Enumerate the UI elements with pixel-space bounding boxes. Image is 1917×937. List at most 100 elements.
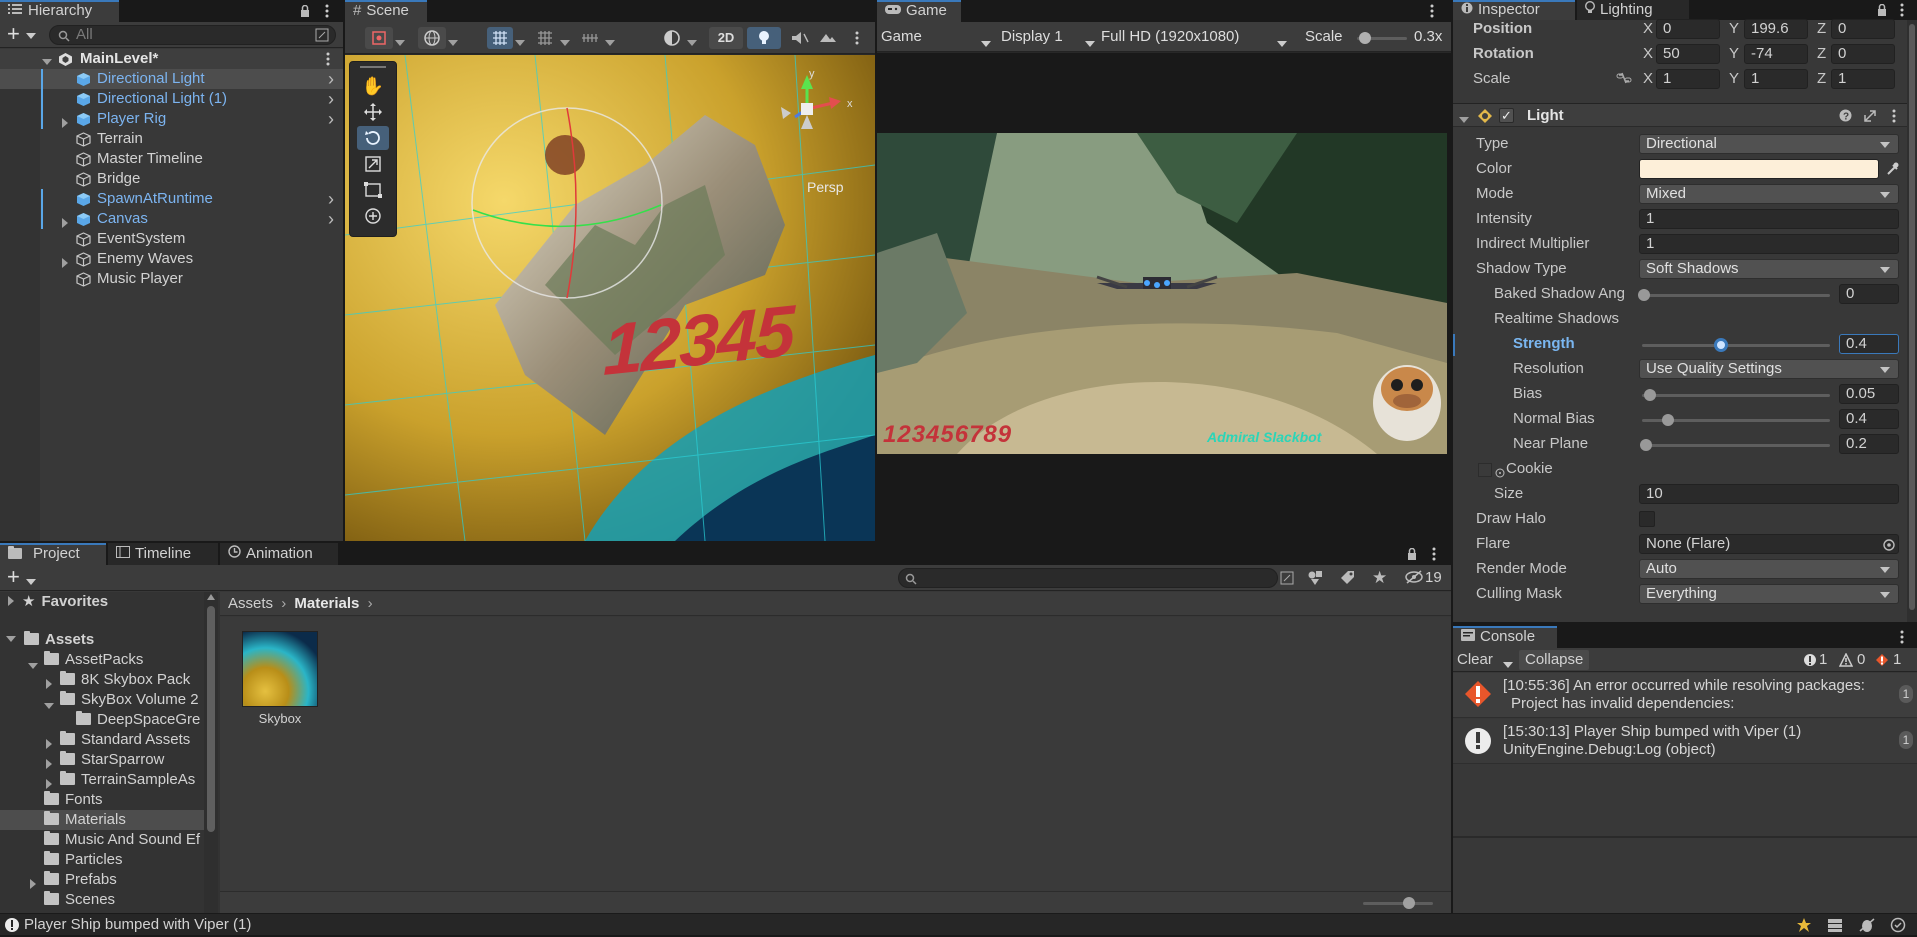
- hierarchy-item[interactable]: Canvas ›: [0, 209, 343, 229]
- preset-icon[interactable]: [1863, 109, 1877, 127]
- color-swatch[interactable]: [1639, 159, 1879, 179]
- rotation-y-field[interactable]: -74: [1744, 44, 1808, 64]
- open-prefab-chevron-icon[interactable]: ›: [328, 69, 334, 89]
- create-plus-icon[interactable]: +: [7, 23, 20, 45]
- tab-game[interactable]: Game: [877, 0, 961, 22]
- filter-by-type-icon[interactable]: [1307, 570, 1323, 590]
- tab-timeline[interactable]: Timeline: [108, 543, 218, 565]
- project-tree-scrollbar[interactable]: [204, 592, 218, 913]
- position-x-field[interactable]: 0: [1656, 19, 1720, 39]
- more-options-icon[interactable]: [325, 4, 329, 22]
- shading-mode-button[interactable]: [418, 27, 446, 49]
- search-mode-icon[interactable]: [315, 28, 329, 44]
- hierarchy-search-input[interactable]: All: [49, 25, 336, 45]
- console-detail-divider[interactable]: [1453, 836, 1917, 838]
- inspector-menu-icon[interactable]: [1900, 3, 1904, 21]
- game-menu-icon[interactable]: [1430, 4, 1434, 22]
- clear-button[interactable]: Clear: [1457, 650, 1493, 670]
- open-prefab-chevron-icon[interactable]: ›: [328, 109, 334, 129]
- tab-inspector[interactable]: Inspector: [1453, 0, 1575, 20]
- grid-snap-button[interactable]: [487, 27, 513, 49]
- lighting-toggle-button[interactable]: [747, 27, 781, 49]
- hierarchy-item[interactable]: Terrain: [0, 129, 343, 149]
- warning-count[interactable]: 0: [1857, 650, 1865, 670]
- expand-arrow-icon[interactable]: [8, 593, 14, 610]
- type-dropdown[interactable]: Directional: [1639, 134, 1899, 154]
- console-entry[interactable]: [10:55:36] An error occurred while resol…: [1453, 673, 1917, 718]
- tab-animation[interactable]: Animation: [220, 543, 338, 565]
- draw-mode-button[interactable]: [365, 27, 393, 49]
- culling-mask-dropdown[interactable]: Everything: [1639, 584, 1899, 604]
- display-dropdown[interactable]: Display 1: [1001, 26, 1097, 48]
- audio-toggle-button[interactable]: [785, 27, 811, 49]
- error-filter-icon[interactable]: [1875, 653, 1889, 671]
- shading-sphere-button[interactable]: [659, 27, 685, 49]
- hierarchy-item[interactable]: Master Timeline: [0, 149, 343, 169]
- icon-size-slider[interactable]: [1363, 897, 1433, 909]
- help-icon[interactable]: ?: [1839, 109, 1852, 126]
- hierarchy-item[interactable]: SpawnAtRuntime ›: [0, 189, 343, 209]
- lock-icon[interactable]: [300, 4, 310, 21]
- resolution-dropdown[interactable]: Full HD (1920x1080): [1101, 26, 1291, 48]
- move-tool-icon[interactable]: [357, 100, 389, 124]
- error-count[interactable]: 1: [1893, 650, 1901, 670]
- breadcrumb-assets[interactable]: Assets: [228, 595, 273, 612]
- intensity-field[interactable]: 1: [1639, 209, 1899, 229]
- cache-server-icon[interactable]: [1826, 917, 1844, 937]
- project-menu-icon[interactable]: [1432, 547, 1436, 565]
- component-foldout-icon[interactable]: [1459, 112, 1469, 129]
- normal-bias-slider[interactable]: [1642, 414, 1830, 426]
- bias-slider[interactable]: [1642, 389, 1830, 401]
- position-y-field[interactable]: 199.6: [1744, 19, 1808, 39]
- rotate-tool-icon[interactable]: [357, 126, 389, 150]
- clear-options-chevron-icon[interactable]: [1503, 657, 1513, 674]
- scale-slider[interactable]: [1357, 32, 1407, 44]
- chevron-down-icon[interactable]: [605, 35, 615, 52]
- lighting-build-icon[interactable]: [1795, 917, 1813, 937]
- hierarchy-item[interactable]: Music Player: [0, 269, 343, 289]
- lock-icon[interactable]: [1407, 547, 1417, 564]
- breadcrumb-materials[interactable]: Materials: [294, 595, 359, 612]
- tab-console[interactable]: Console: [1453, 626, 1557, 648]
- auto-refresh-icon[interactable]: [1890, 917, 1906, 937]
- hierarchy-item[interactable]: Enemy Waves: [0, 249, 343, 269]
- project-folder-item[interactable]: 8K Skybox Pack: [0, 670, 204, 690]
- position-z-field[interactable]: 0: [1831, 19, 1895, 39]
- lock-icon[interactable]: [1877, 3, 1887, 20]
- project-folder-item[interactable]: StarSparrow: [0, 750, 204, 770]
- effects-toggle-button[interactable]: [815, 27, 841, 49]
- hidden-packages-count[interactable]: 19: [1425, 567, 1442, 589]
- asset-item[interactable]: Skybox: [240, 631, 320, 731]
- status-message[interactable]: Player Ship bumped with Viper (1): [24, 915, 251, 935]
- rect-tool-icon[interactable]: [357, 178, 389, 202]
- open-prefab-chevron-icon[interactable]: ›: [328, 89, 334, 109]
- eyedropper-icon[interactable]: [1885, 161, 1899, 181]
- shadow-type-dropdown[interactable]: Soft Shadows: [1639, 259, 1899, 279]
- project-search-input[interactable]: [898, 568, 1278, 588]
- open-prefab-chevron-icon[interactable]: ›: [328, 189, 334, 209]
- filter-by-label-icon[interactable]: [1340, 570, 1356, 590]
- grid-toggle-button[interactable]: [532, 27, 558, 49]
- tab-project[interactable]: Project: [0, 543, 106, 565]
- search-mode-icon[interactable]: [1280, 571, 1294, 589]
- light-enabled-checkbox[interactable]: ✓: [1499, 108, 1514, 123]
- project-folder-item[interactable]: Scenes: [0, 890, 204, 910]
- project-folder-item[interactable]: Fonts: [0, 790, 204, 810]
- increment-snap-button[interactable]: [577, 27, 603, 49]
- light-component-header[interactable]: ✓ Light ?: [1453, 103, 1917, 127]
- chevron-down-icon[interactable]: [560, 35, 570, 52]
- project-folder-item[interactable]: DeepSpaceGre: [0, 710, 204, 730]
- favorites-folder[interactable]: ★ Favorites: [0, 592, 200, 612]
- create-chevron-down-icon[interactable]: [26, 28, 36, 45]
- project-folder-item[interactable]: Prefabs: [0, 870, 204, 890]
- scene-menu-icon[interactable]: [326, 52, 330, 70]
- debug-mode-icon[interactable]: [1858, 917, 1876, 937]
- game-viewport[interactable]: 123456789 Admiral Slackbot: [877, 53, 1451, 541]
- create-chevron-down-icon[interactable]: [26, 574, 36, 591]
- tab-hierarchy[interactable]: Hierarchy: [0, 0, 119, 22]
- project-folder-item[interactable]: Materials: [0, 810, 204, 830]
- inspector-scrollbar[interactable]: [1907, 20, 1917, 622]
- toggle-2d-button[interactable]: 2D: [709, 27, 743, 49]
- assets-folder[interactable]: Assets: [0, 630, 200, 650]
- create-plus-icon[interactable]: +: [7, 566, 20, 588]
